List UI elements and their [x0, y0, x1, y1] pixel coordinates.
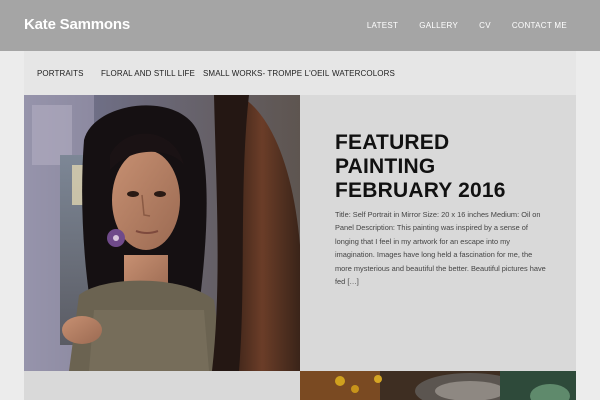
nav-latest[interactable]: LATEST: [367, 21, 398, 30]
title-line-3: FEBRUARY 2016: [335, 179, 506, 202]
featured-post-title[interactable]: FEATURED PAINTING FEBRUARY 2016: [335, 131, 555, 203]
next-post-panel: [24, 371, 300, 400]
title-line-1: FEATURED: [335, 131, 450, 154]
still-life-painting: [300, 371, 576, 400]
site-header: Kate Sammons LATEST GALLERY CV CONTACT M…: [0, 0, 600, 51]
excerpt-text: Title: Self Portrait in Mirror Size: 20 …: [335, 210, 546, 287]
main-nav: LATEST GALLERY CV CONTACT ME: [346, 21, 567, 30]
site-title[interactable]: Kate Sammons: [24, 16, 130, 33]
title-line-2: PAINTING: [335, 155, 436, 178]
nav-contact-me[interactable]: CONTACT ME: [512, 21, 567, 30]
nav-gallery[interactable]: GALLERY: [419, 21, 458, 30]
read-more-link[interactable]: […]: [347, 277, 359, 286]
category-small-works[interactable]: SMALL WORKS- TROMPE L'OEIL: [203, 69, 329, 78]
featured-painting-image[interactable]: [24, 95, 300, 371]
featured-post-panel: FEATURED PAINTING FEBRUARY 2016 Title: S…: [300, 95, 576, 371]
next-post-image[interactable]: [300, 371, 576, 400]
self-portrait-painting: [24, 95, 300, 371]
featured-post-excerpt: Title: Self Portrait in Mirror Size: 20 …: [335, 208, 547, 288]
category-floral-still-life[interactable]: FLORAL AND STILL LIFE: [101, 69, 195, 78]
nav-cv[interactable]: CV: [479, 21, 491, 30]
category-portraits[interactable]: PORTRAITS: [37, 69, 84, 78]
category-watercolors[interactable]: WATERCOLORS: [332, 69, 395, 78]
category-nav: PORTRAITS FLORAL AND STILL LIFE SMALL WO…: [24, 51, 576, 95]
